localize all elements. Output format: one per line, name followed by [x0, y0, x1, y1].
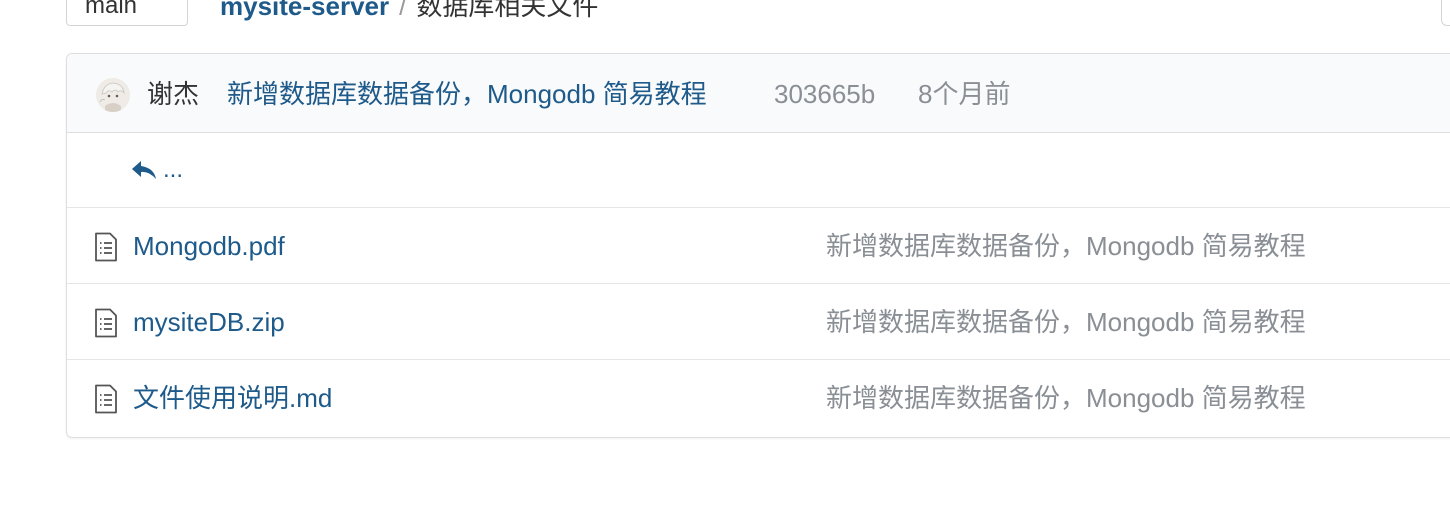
breadcrumb-repo-link[interactable]: mysite-server — [220, 0, 389, 21]
breadcrumb: mysite-server / 数据库相关文件 — [220, 0, 598, 26]
latest-commit-bar: 谢杰 新增数据库数据备份，Mongodb 简易教程 303665b 8个月前 — [67, 54, 1450, 133]
file-name-link[interactable]: Mongodb.pdf — [133, 228, 285, 264]
file-text-icon — [95, 384, 117, 414]
file-name-link[interactable]: mysiteDB.zip — [133, 304, 285, 340]
branch-selector-button[interactable]: main — [66, 0, 188, 26]
avatar[interactable] — [96, 78, 130, 112]
file-commit-message-link[interactable]: 新增数据库数据备份，Mongodb 简易教程 — [826, 380, 1306, 416]
branch-label: main — [85, 0, 138, 19]
file-text-icon — [95, 232, 117, 262]
file-commit-message-link[interactable]: 新增数据库数据备份，Mongodb 简易教程 — [826, 228, 1306, 264]
file-commit-message-link[interactable]: 新增数据库数据备份，Mongodb 简易教程 — [826, 304, 1306, 340]
reply-arrow-icon — [132, 161, 156, 179]
parent-directory-row[interactable]: ... — [67, 132, 1450, 208]
file-row[interactable]: Mongodb.pdf 新增数据库数据备份，Mongodb 简易教程 — [67, 208, 1450, 284]
header-right-edge — [1441, 0, 1450, 26]
parent-directory-link[interactable]: ... — [163, 152, 183, 188]
commit-author[interactable]: 谢杰 — [147, 77, 199, 111]
breadcrumb-current-folder: 数据库相关文件 — [416, 0, 599, 21]
file-row[interactable]: 文件使用说明.md 新增数据库数据备份，Mongodb 简易教程 — [67, 360, 1450, 436]
file-text-icon — [95, 308, 117, 338]
file-name-link[interactable]: 文件使用说明.md — [133, 380, 332, 416]
file-row[interactable]: mysiteDB.zip 新增数据库数据备份，Mongodb 简易教程 — [67, 284, 1450, 360]
breadcrumb-separator: / — [399, 0, 407, 21]
commit-time: 8个月前 — [918, 79, 1011, 109]
commit-sha-link[interactable]: 303665b — [774, 77, 875, 111]
commit-message-link[interactable]: 新增数据库数据备份，Mongodb 简易教程 — [227, 77, 707, 111]
file-table: 谢杰 新增数据库数据备份，Mongodb 简易教程 303665b 8个月前 .… — [66, 53, 1450, 438]
